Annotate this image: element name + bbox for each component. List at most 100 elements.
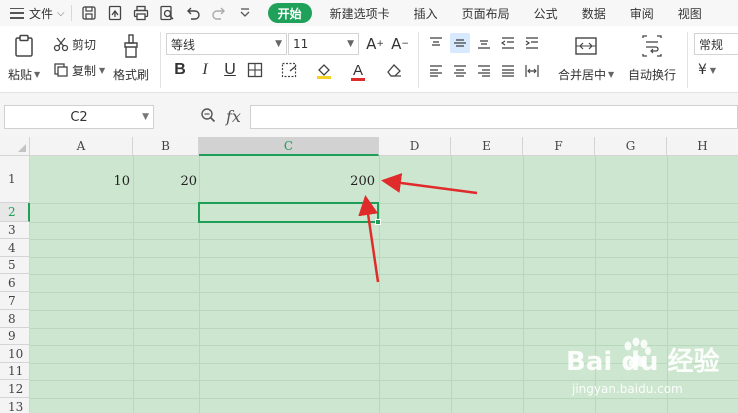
- insert-function-icon[interactable]: fx: [226, 107, 241, 126]
- row-header-2[interactable]: 2: [0, 203, 30, 222]
- font-color-icon[interactable]: A: [348, 60, 368, 81]
- clear-format-icon[interactable]: [384, 60, 404, 80]
- currency-format-button[interactable]: ¥ ▼: [698, 62, 716, 78]
- merge-center-button[interactable]: 合并居中 ▼: [558, 32, 614, 83]
- column-header-g[interactable]: G: [595, 137, 667, 156]
- name-box[interactable]: C2 ▼: [4, 105, 154, 129]
- tab-review[interactable]: 审阅: [618, 0, 666, 26]
- column-header-e[interactable]: E: [451, 137, 523, 156]
- undo-icon[interactable]: [182, 2, 204, 24]
- file-menu[interactable]: 文件 ⌵: [0, 0, 65, 26]
- selected-cell-c2[interactable]: [198, 202, 381, 225]
- align-left-icon[interactable]: [426, 61, 446, 81]
- currency-symbol: ¥: [698, 62, 707, 78]
- wrap-text-button[interactable]: 自动换行: [628, 32, 676, 83]
- divider: [70, 5, 72, 21]
- row-header-11[interactable]: 11: [0, 363, 30, 380]
- tab-view[interactable]: 视图: [666, 0, 714, 26]
- column-header-d[interactable]: D: [379, 137, 451, 156]
- formula-input[interactable]: [250, 105, 738, 129]
- save-icon[interactable]: [78, 2, 100, 24]
- gridline: [30, 203, 738, 204]
- font-size-select[interactable]: 11 ▼: [288, 33, 359, 55]
- cell-style-icon[interactable]: [280, 60, 300, 80]
- row-header-10[interactable]: 10: [0, 345, 30, 363]
- watermark-brand: Bai du 经验: [566, 347, 720, 377]
- column-header-h[interactable]: H: [667, 137, 738, 156]
- increase-indent-icon[interactable]: [522, 33, 542, 53]
- chevron-down-icon: ▼: [608, 70, 615, 79]
- align-top-icon[interactable]: [426, 33, 446, 53]
- column-header-a[interactable]: A: [30, 137, 133, 156]
- tab-home[interactable]: 开始: [267, 3, 312, 23]
- align-bottom-icon[interactable]: [474, 33, 494, 53]
- row-header-7[interactable]: 7: [0, 292, 30, 310]
- tab-page-layout[interactable]: 页面布局: [450, 0, 522, 26]
- chevron-down-icon: ▼: [709, 65, 717, 75]
- tab-insert[interactable]: 插入: [402, 0, 450, 26]
- justify-icon[interactable]: [498, 61, 518, 81]
- gridline: [451, 156, 452, 413]
- column-header-b[interactable]: B: [133, 137, 199, 156]
- clipboard-icon: [11, 32, 37, 60]
- cell-c1[interactable]: 200: [201, 174, 375, 190]
- divider: [160, 32, 161, 88]
- customize-toolbar-icon[interactable]: [234, 2, 256, 24]
- distributed-align-icon[interactable]: [522, 61, 542, 81]
- gridline: [30, 239, 738, 240]
- redo-icon[interactable]: [208, 2, 230, 24]
- fill-color-icon[interactable]: [314, 60, 334, 80]
- fill-handle[interactable]: [375, 219, 381, 225]
- divider: [687, 32, 688, 88]
- row-header-13[interactable]: 13: [0, 398, 30, 413]
- scissors-icon: [52, 35, 70, 53]
- format-painter-button[interactable]: 格式刷: [113, 32, 149, 83]
- decrease-font-size-icon[interactable]: A −: [390, 34, 410, 54]
- cut-label: 剪切: [72, 37, 97, 52]
- font-name-select[interactable]: 等线 ▼: [166, 33, 287, 55]
- chevron-down-icon: ▼: [34, 70, 41, 79]
- select-all-corner[interactable]: [0, 137, 30, 156]
- formula-tools: fx: [200, 107, 241, 126]
- print-icon[interactable]: [130, 2, 152, 24]
- copy-button[interactable]: 复制 ▼: [52, 61, 105, 79]
- row-header-1[interactable]: 1: [0, 156, 30, 203]
- column-header-f[interactable]: F: [523, 137, 595, 156]
- cell-a1[interactable]: 10: [32, 174, 130, 190]
- row-header-3[interactable]: 3: [0, 222, 30, 239]
- underline-icon[interactable]: U: [220, 60, 240, 80]
- row-header-9[interactable]: 9: [0, 328, 30, 345]
- column-header-c[interactable]: C: [199, 137, 379, 156]
- chevron-down-icon: ▼: [142, 112, 149, 122]
- tab-new-tab[interactable]: 新建选项卡: [318, 0, 402, 26]
- font-size-value: 11: [293, 37, 309, 51]
- align-middle-icon[interactable]: [450, 33, 470, 53]
- name-box-value: C2: [70, 109, 88, 125]
- tab-data[interactable]: 数据: [570, 0, 618, 26]
- italic-icon[interactable]: I: [195, 60, 215, 80]
- paste-button[interactable]: 粘贴 ▼: [8, 32, 40, 83]
- zoom-search-icon[interactable]: [200, 107, 216, 126]
- gridline: [30, 222, 738, 223]
- cut-button[interactable]: 剪切: [52, 35, 96, 53]
- paintbrush-icon: [118, 32, 144, 60]
- export-pdf-icon[interactable]: [104, 2, 126, 24]
- increase-font-size-icon[interactable]: A +: [365, 34, 385, 54]
- bold-icon[interactable]: B: [170, 60, 190, 80]
- row-header-6[interactable]: 6: [0, 274, 30, 292]
- row-header-5[interactable]: 5: [0, 257, 30, 274]
- number-format-value: 常规: [699, 37, 724, 52]
- row-header-8[interactable]: 8: [0, 310, 30, 328]
- row-header-4[interactable]: 4: [0, 239, 30, 257]
- align-right-icon[interactable]: [474, 61, 494, 81]
- decrease-indent-icon[interactable]: [498, 33, 518, 53]
- borders-icon[interactable]: [245, 60, 265, 80]
- print-preview-icon[interactable]: [156, 2, 178, 24]
- row-header-12[interactable]: 12: [0, 380, 30, 398]
- align-center-icon[interactable]: [450, 61, 470, 81]
- gridline: [379, 156, 380, 413]
- divider: [418, 32, 419, 88]
- number-format-select[interactable]: 常规: [694, 33, 738, 55]
- cell-b1[interactable]: 20: [135, 174, 197, 190]
- tab-formulas[interactable]: 公式: [522, 0, 570, 26]
